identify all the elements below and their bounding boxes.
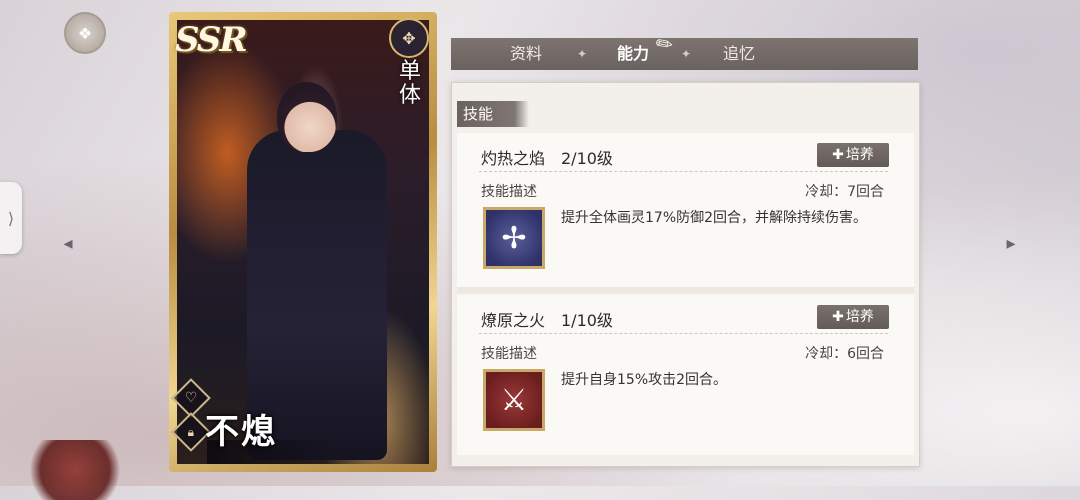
skill-cooldown: 冷却：7回合 <box>805 184 884 200</box>
divider <box>479 333 888 334</box>
skill-separator <box>457 287 914 293</box>
character-card[interactable]: SSR ✥ 单体 ♡ 🔒︎ 不熄 <box>169 12 437 472</box>
target-type-label: 单体 <box>399 59 422 108</box>
skill-card: 灼热之焰 2/10级 ✚ 培养 技能描述 冷却：7回合 ✢ 提升全体画灵17%防御… <box>457 133 914 287</box>
rarity-badge: SSR <box>175 20 248 60</box>
plus-icon: ✚ <box>832 147 844 163</box>
train-button-label: 培养 <box>845 147 874 163</box>
chevron-right-icon: ⟩ <box>7 208 15 228</box>
skill-level: 2/10级 <box>561 149 613 168</box>
tab-abilities[interactable]: 能力 <box>617 38 649 70</box>
crossed-swords-icon: ⚔ <box>483 369 545 431</box>
skill-desc-label: 技能描述 <box>481 346 537 362</box>
train-skill-button[interactable]: ✚ 培养 <box>817 143 889 167</box>
arrow-right-icon: ▸ <box>1006 232 1016 254</box>
arrow-left-icon: ◂ <box>63 232 73 254</box>
side-drawer-handle[interactable]: ⟩ <box>0 182 22 254</box>
skill-name: 灼热之焰 <box>481 149 546 168</box>
winged-cross-icon: ✢ <box>483 207 545 269</box>
rose-decoration <box>20 440 130 500</box>
train-skill-button[interactable]: ✚ 培养 <box>817 305 889 329</box>
tab-bar: 资料 ✦ 能力 ✦ 追忆 <box>451 38 918 70</box>
tab-memories[interactable]: 追忆 <box>723 38 755 70</box>
tab-separator: ✦ <box>681 47 692 61</box>
tab-profile[interactable]: 资料 <box>510 38 542 70</box>
skills-panel: 技能 灼热之焰 2/10级 ✚ 培养 技能描述 冷却：7回合 ✢ 提升全体画灵17… <box>451 82 920 467</box>
section-title: 技能 <box>457 101 529 127</box>
character-name: 不熄 <box>205 412 277 452</box>
skill-name: 燎原之火 <box>481 311 546 330</box>
character-art <box>177 20 429 464</box>
ornament-icon: ✥ <box>389 18 429 58</box>
tab-separator: ✦ <box>577 47 588 61</box>
back-emblem-button[interactable]: ❖ <box>64 12 106 54</box>
skill-card: 燎原之火 1/10级 ✚ 培养 技能描述 冷却：6回合 ⚔ 提升自身15%攻击2回… <box>457 295 914 455</box>
skill-cooldown: 冷却：6回合 <box>805 346 884 362</box>
train-button-label: 培养 <box>845 309 874 325</box>
skill-description: 提升自身15%攻击2回合。 <box>561 372 728 388</box>
next-character-arrow[interactable]: ▸ <box>998 230 1024 256</box>
character-head <box>277 82 337 152</box>
divider <box>479 171 888 172</box>
prev-character-arrow[interactable]: ◂ <box>55 230 81 256</box>
skill-level: 1/10级 <box>561 311 613 330</box>
skill-desc-label: 技能描述 <box>481 184 537 200</box>
plus-icon: ✚ <box>832 309 844 325</box>
emblem-icon: ❖ <box>77 23 93 43</box>
skill-description: 提升全体画灵17%防御2回合，并解除持续伤害。 <box>561 210 868 226</box>
